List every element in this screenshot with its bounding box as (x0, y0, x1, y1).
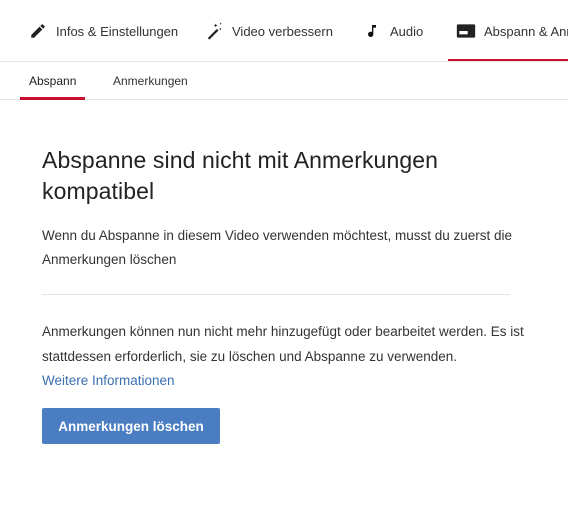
notice-panel: Abspanne sind nicht mit Anmerkungen komp… (42, 145, 524, 444)
delete-annotations-button[interactable]: Anmerkungen löschen (42, 408, 220, 444)
more-info-link[interactable]: Weitere Informationen (42, 369, 542, 393)
sub-tab-bar: Abspann Anmerkungen (0, 62, 568, 100)
top-tab-bar: Infos & Einstellungen Video verbessern A… (0, 0, 568, 62)
subtab-annotations[interactable]: Anmerkungen (113, 62, 188, 100)
tab-audio[interactable]: Audio (362, 0, 424, 61)
tab-label: Video verbessern (232, 23, 333, 39)
music-note-icon (362, 21, 382, 41)
tab-info-settings[interactable]: Infos & Einstellungen (28, 0, 179, 61)
pencil-icon (28, 21, 48, 41)
subtab-label: Abspann (29, 74, 77, 88)
tab-label: Audio (390, 23, 424, 39)
info-text: Anmerkungen können nun nicht mehr hinzug… (42, 324, 524, 364)
tab-endscreen-annotations[interactable]: Abspann & Anmerkungen (448, 0, 568, 61)
subtab-endscreen[interactable]: Abspann (19, 62, 86, 100)
page: Infos & Einstellungen Video verbessern A… (0, 0, 568, 506)
tab-label: Infos & Einstellungen (56, 23, 179, 39)
notice-info: Anmerkungen können nun nicht mehr hinzug… (42, 319, 542, 393)
divider (42, 294, 510, 295)
tab-label: Abspann & Anmerkungen (484, 23, 568, 39)
end-screen-icon (456, 21, 476, 41)
notice-heading: Abspanne sind nicht mit Anmerkungen komp… (42, 147, 439, 204)
notice-description: Wenn du Abspanne in diesem Video verwend… (42, 228, 513, 267)
subtab-label: Anmerkungen (113, 74, 188, 88)
magic-wand-icon (204, 21, 224, 41)
tab-enhance-video[interactable]: Video verbessern (204, 0, 333, 61)
